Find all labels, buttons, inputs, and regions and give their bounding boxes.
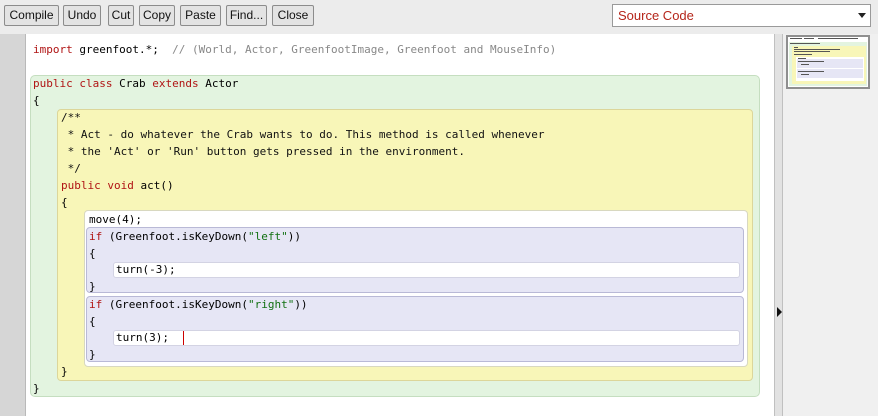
- code-line-move: move(4);: [89, 213, 142, 226]
- code-overview-icon: [788, 37, 868, 87]
- chevron-down-icon: [858, 13, 866, 18]
- code-line-class-decl: public class Crab extends Actor: [33, 77, 239, 90]
- code-line-method-decl: public void act(): [61, 179, 174, 192]
- text-caret: [183, 331, 184, 345]
- undo-button[interactable]: Undo: [63, 5, 101, 26]
- line-gutter[interactable]: [0, 34, 26, 416]
- code-line-javadoc-2: * Act - do whatever the Crab wants to do…: [61, 128, 545, 141]
- code-line-if-left-close: }: [89, 280, 96, 293]
- code-line-if-left-open: {: [89, 247, 96, 260]
- expand-arrow-icon: [777, 307, 782, 317]
- cut-button[interactable]: Cut: [108, 5, 134, 26]
- code-line-turn-left: turn(-3);: [116, 263, 176, 276]
- view-mode-value: Source Code: [618, 8, 694, 23]
- close-button[interactable]: Close: [272, 5, 314, 26]
- code-overview-thumbnail[interactable]: [786, 35, 870, 89]
- copy-button[interactable]: Copy: [139, 5, 175, 26]
- if-left-body-block: [113, 262, 740, 278]
- code-line-if-right-open: {: [89, 315, 96, 328]
- code-line-class-open: {: [33, 94, 40, 107]
- code-line-import: import greenfoot.*; // (World, Actor, Gr…: [33, 43, 557, 56]
- code-line-if-right-close: }: [89, 348, 96, 361]
- code-line-if-right: if (Greenfoot.isKeyDown("right")): [89, 298, 308, 311]
- code-line-javadoc-3: * the 'Act' or 'Run' button gets pressed…: [61, 145, 465, 158]
- code-line-if-left: if (Greenfoot.isKeyDown("left")): [89, 230, 301, 243]
- editor-toolbar: Compile Undo Cut Copy Paste Find... Clos…: [0, 0, 878, 32]
- source-editor[interactable]: import greenfoot.*; // (World, Actor, Gr…: [26, 34, 774, 416]
- code-line-turn-right: turn(3);: [116, 331, 169, 344]
- if-right-body-block: [113, 330, 740, 346]
- code-line-method-open: {: [61, 196, 68, 209]
- find-button[interactable]: Find...: [226, 5, 267, 26]
- code-line-javadoc-1: /**: [61, 111, 81, 124]
- compile-button[interactable]: Compile: [4, 5, 59, 26]
- code-line-method-close: }: [61, 365, 68, 378]
- paste-button[interactable]: Paste: [180, 5, 221, 26]
- code-line-class-close: }: [33, 382, 40, 395]
- view-mode-select[interactable]: Source Code: [612, 4, 871, 27]
- navigation-view-panel[interactable]: [783, 34, 878, 416]
- navigation-view-toggle[interactable]: [774, 34, 783, 416]
- code-line-javadoc-4: */: [61, 162, 81, 175]
